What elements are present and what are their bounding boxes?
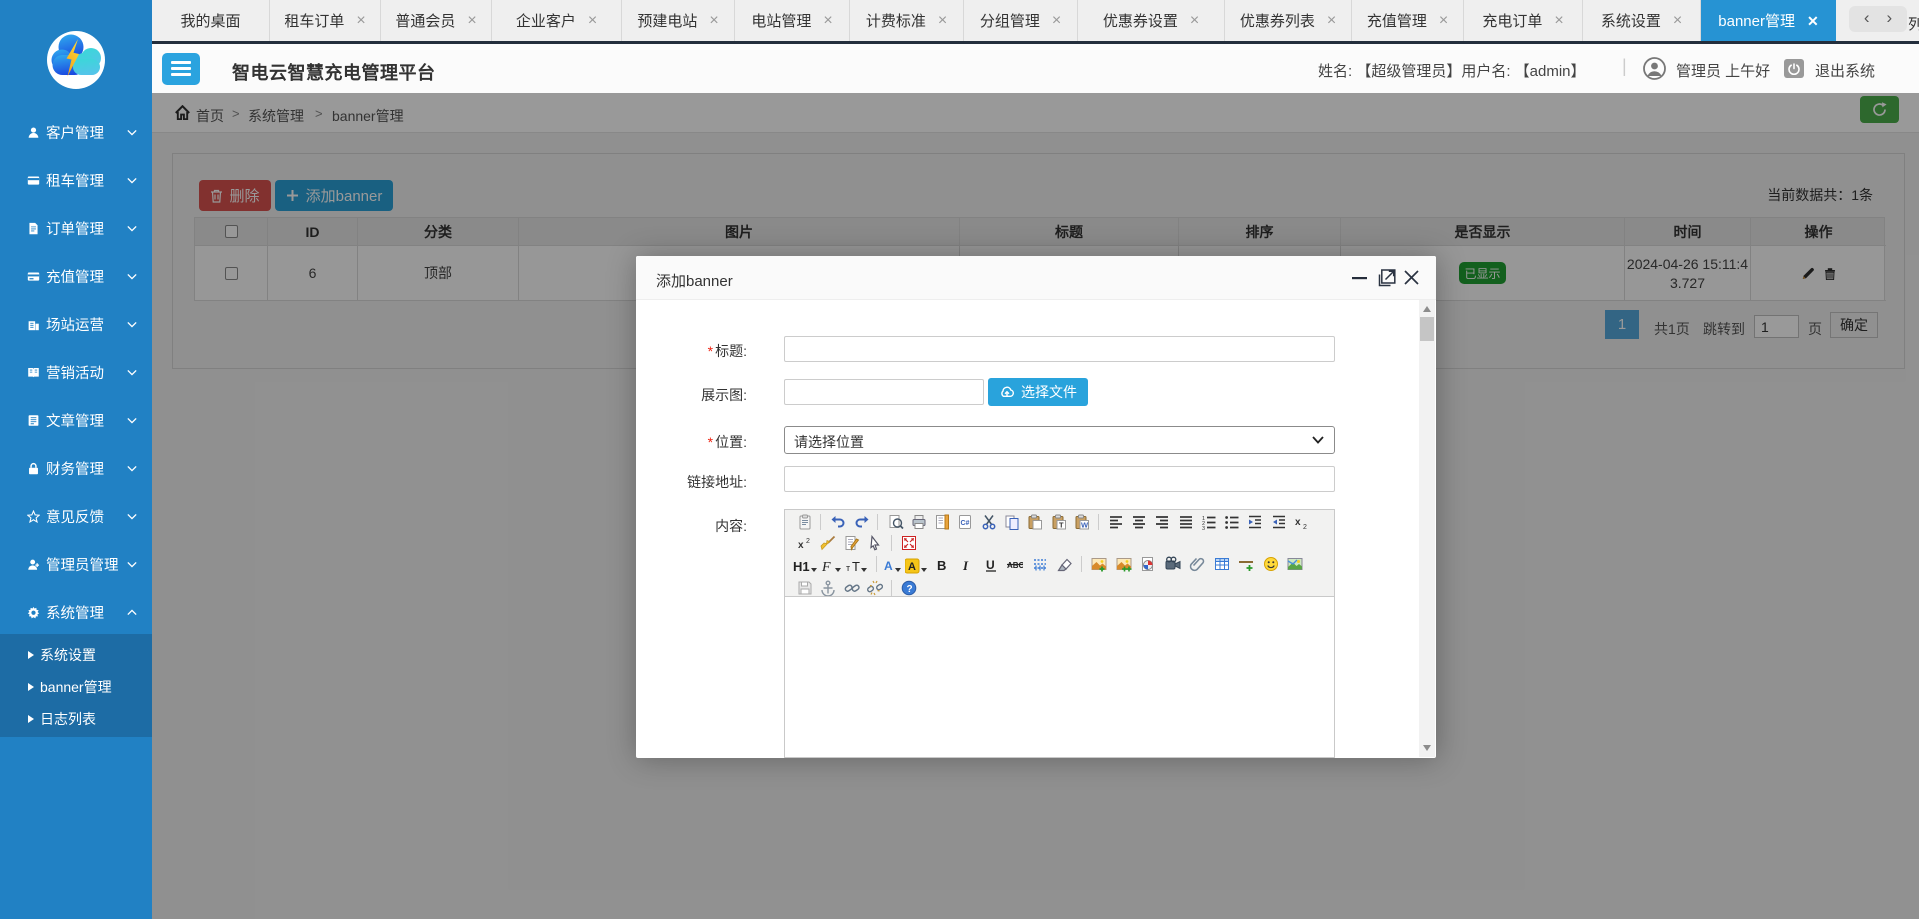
svg-text:A: A (908, 561, 916, 573)
svg-text:x: x (798, 540, 804, 551)
svg-text:ABC: ABC (1007, 561, 1023, 570)
svg-text:T: T (1059, 521, 1064, 530)
svg-text:A: A (884, 559, 893, 573)
svg-text:?: ? (907, 584, 913, 595)
svg-text:F: F (821, 560, 831, 575)
svg-text:C#: C# (961, 520, 970, 527)
svg-text:2: 2 (1303, 524, 1307, 530)
svg-text:H1: H1 (793, 559, 810, 574)
svg-text:U: U (986, 558, 995, 572)
svg-text:x: x (1295, 517, 1301, 528)
svg-text:W: W (1081, 521, 1089, 530)
svg-text:т: т (846, 563, 850, 573)
svg-text:I: I (962, 558, 969, 572)
svg-text:T: T (852, 559, 860, 574)
svg-text:2: 2 (806, 538, 810, 545)
svg-text:3: 3 (1202, 526, 1205, 530)
svg-text:B: B (937, 558, 946, 572)
